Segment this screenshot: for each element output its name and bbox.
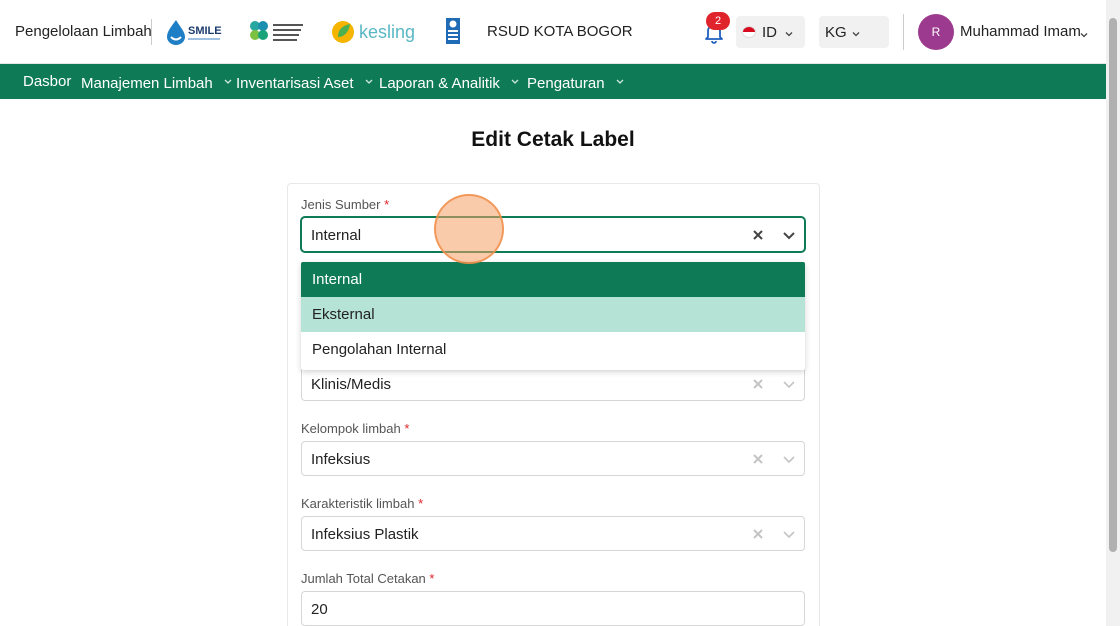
kelompok-limbah-label: Kelompok limbah * xyxy=(301,421,409,436)
field-label-text: Jumlah Total Cetakan xyxy=(301,571,426,586)
kategori-limbah-select[interactable]: Klinis/Medis xyxy=(301,366,805,401)
chevron-down-icon[interactable] xyxy=(782,453,796,471)
required-marker: * xyxy=(384,197,390,212)
header-divider xyxy=(151,19,152,45)
jenis-sumber-dropdown-menu: Internal Eksternal Pengolahan Internal xyxy=(301,262,805,370)
language-value: ID xyxy=(762,24,777,41)
click-indicator xyxy=(434,194,504,264)
unit-value: KG xyxy=(825,24,847,41)
chevron-down-icon xyxy=(615,73,625,90)
nav-item-label: Laporan & Analitik xyxy=(379,75,500,92)
kelompok-limbah-value: Infeksius xyxy=(311,451,371,468)
required-marker: * xyxy=(418,496,424,511)
smile-logo-text: SMILE xyxy=(188,25,222,37)
user-name[interactable]: Muhammad Imam xyxy=(960,23,1081,40)
karakteristik-limbah-label: Karakteristik limbah * xyxy=(301,496,423,511)
user-avatar[interactable]: R xyxy=(918,14,954,50)
chevron-down-icon xyxy=(364,73,374,90)
nav-item-dasbor[interactable]: Dasbor xyxy=(23,73,71,90)
main-nav: Dasbor Manajemen Limbah Inventarisasi As… xyxy=(0,64,1106,99)
jumlah-total-cetakan-input[interactable]: 20 xyxy=(301,591,805,626)
clear-icon[interactable] xyxy=(751,377,765,391)
chevron-down-icon xyxy=(784,26,794,43)
indonesia-flag-icon xyxy=(742,26,756,38)
jumlah-total-cetakan-value: 20 xyxy=(311,601,328,618)
chevron-down-icon xyxy=(223,73,233,90)
field-label-text: Karakteristik limbah xyxy=(301,496,415,511)
clear-icon[interactable] xyxy=(751,527,765,541)
chevron-down-icon[interactable] xyxy=(782,528,796,546)
kesling-logo: kesling xyxy=(330,17,422,47)
karakteristik-limbah-select[interactable]: Infeksius Plastik xyxy=(301,516,805,551)
unit-selector[interactable]: KG xyxy=(819,16,889,48)
chevron-down-icon[interactable] xyxy=(782,229,796,247)
organization-name: RSUD KOTA BOGOR xyxy=(487,23,633,40)
jumlah-total-cetakan-label: Jumlah Total Cetakan * xyxy=(301,571,434,586)
nav-item-laporan-analitik[interactable]: Laporan & Analitik xyxy=(379,73,520,92)
app-brand[interactable]: Pengelolaan Limbah xyxy=(15,23,152,40)
dropdown-option-eksternal[interactable]: Eksternal xyxy=(301,297,805,332)
chevron-down-icon xyxy=(510,73,520,90)
header-divider xyxy=(903,14,904,50)
chevron-down-icon xyxy=(851,26,861,43)
kemenkes-logo xyxy=(247,17,307,47)
field-label-text: Jenis Sumber xyxy=(301,197,381,212)
kesling-logo-text: kesling xyxy=(359,22,415,42)
nav-item-inventarisasi-aset[interactable]: Inventarisasi Aset xyxy=(236,73,374,92)
dropdown-option-pengolahan-internal[interactable]: Pengolahan Internal xyxy=(301,332,805,367)
field-label-text: Kelompok limbah xyxy=(301,421,401,436)
user-menu-chevron-down-icon[interactable] xyxy=(1079,27,1089,45)
clear-icon[interactable] xyxy=(751,228,765,242)
clear-icon[interactable] xyxy=(751,452,765,466)
jenis-sumber-label: Jenis Sumber * xyxy=(301,197,389,212)
nav-item-manajemen-limbah[interactable]: Manajemen Limbah xyxy=(81,73,233,92)
required-marker: * xyxy=(429,571,435,586)
kelompok-limbah-select[interactable]: Infeksius xyxy=(301,441,805,476)
undp-logo xyxy=(446,18,460,44)
jenis-sumber-select[interactable]: Internal xyxy=(301,217,805,252)
nav-item-label: Pengaturan xyxy=(527,75,605,92)
page-scrollbar-thumb[interactable] xyxy=(1109,18,1117,552)
kategori-limbah-value: Klinis/Medis xyxy=(311,376,392,393)
nav-item-label: Manajemen Limbah xyxy=(81,75,213,92)
nav-item-label: Dasbor xyxy=(23,73,72,90)
page-title: Edit Cetak Label xyxy=(471,128,635,151)
chevron-down-icon[interactable] xyxy=(782,378,796,396)
nav-item-label: Inventarisasi Aset xyxy=(236,75,354,92)
top-header: Pengelolaan Limbah SMILE kesling RSUD KO… xyxy=(0,0,1106,64)
karakteristik-limbah-value: Infeksius Plastik xyxy=(311,526,419,543)
nav-item-pengaturan[interactable]: Pengaturan xyxy=(527,73,625,92)
required-marker: * xyxy=(404,421,410,436)
smile-logo: SMILE xyxy=(165,18,223,46)
language-selector[interactable]: ID xyxy=(736,16,805,48)
notification-badge: 2 xyxy=(706,12,730,30)
dropdown-option-internal[interactable]: Internal xyxy=(301,262,805,297)
jenis-sumber-value: Internal xyxy=(311,227,362,244)
